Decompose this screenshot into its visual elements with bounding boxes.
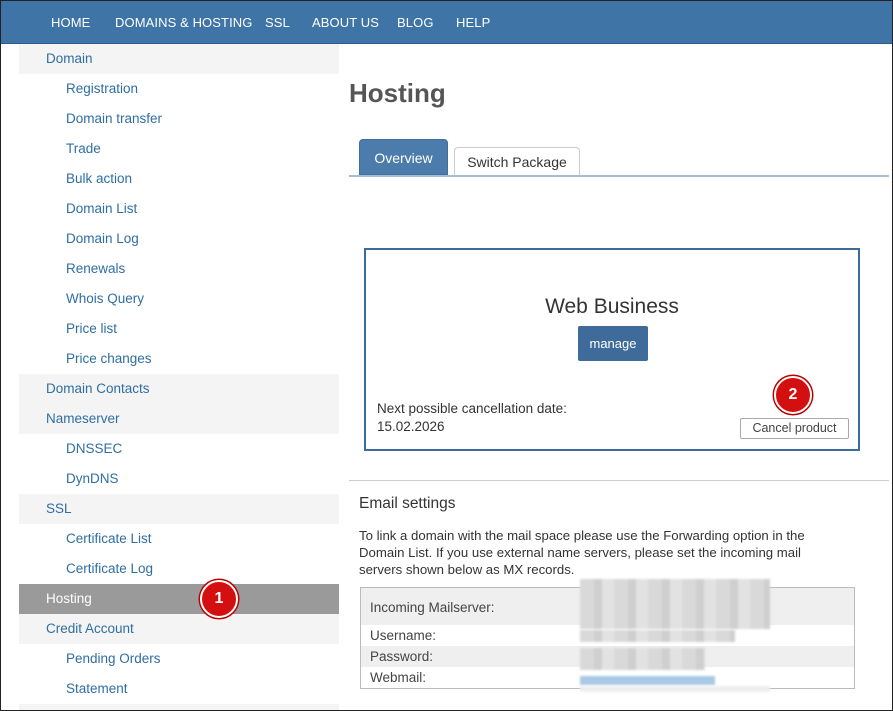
sidebar-item-whois-query[interactable]: Whois Query: [19, 284, 339, 314]
sidebar-item-bulk-action[interactable]: Bulk action: [19, 164, 339, 194]
username-label: Username:: [370, 628, 437, 643]
redacted-password: [580, 648, 705, 670]
sidebar-item-certificate-log[interactable]: Certificate Log: [19, 554, 339, 584]
sidebar-item-price-changes[interactable]: Price changes: [19, 344, 339, 374]
package-card: Web Business manage Next possible cancel…: [364, 248, 860, 451]
nav-home[interactable]: HOME: [51, 1, 90, 44]
sidebar-item-dyndns[interactable]: DynDNS: [19, 464, 339, 494]
manage-button[interactable]: manage: [578, 326, 648, 361]
sidebar-item-trade[interactable]: Trade: [19, 134, 339, 164]
sidebar-item-ssl[interactable]: SSL: [19, 494, 339, 524]
package-name: Web Business: [545, 295, 679, 318]
sidebar-item-nameserver[interactable]: Nameserver: [19, 404, 339, 434]
cancellation-date: 15.02.2026: [377, 419, 445, 434]
nav-domains-hosting[interactable]: DOMAINS & HOSTING: [115, 1, 253, 44]
sidebar-item-domain[interactable]: Domain: [19, 44, 339, 74]
cancel-product-button[interactable]: Cancel product: [740, 418, 849, 439]
redacted-username: [580, 630, 735, 642]
sidebar-item-registration[interactable]: Registration: [19, 74, 339, 104]
sidebar-item-pending-orders[interactable]: Pending Orders: [19, 644, 339, 674]
redacted-webmail-link[interactable]: [580, 676, 715, 685]
webmail-label: Webmail:: [370, 670, 427, 685]
incoming-mailserver-label: Incoming Mailserver:: [370, 600, 495, 615]
nav-about-us[interactable]: ABOUT US: [312, 1, 379, 44]
page-title: Hosting: [349, 78, 446, 108]
sidebar-item-dnssec[interactable]: DNSSEC: [19, 434, 339, 464]
sidebar-item-domain-contacts[interactable]: Domain Contacts: [19, 374, 339, 404]
sidebar-item-price-list[interactable]: Price list: [19, 314, 339, 344]
tab-underline: [349, 175, 889, 177]
top-navigation: HOME DOMAINS & HOSTING SSL ABOUT US BLOG…: [1, 1, 892, 44]
cancellation-label: Next possible cancellation date:: [377, 401, 567, 416]
annotation-badge-2: 2: [774, 376, 812, 414]
sidebar-item-renewals[interactable]: Renewals: [19, 254, 339, 284]
nav-ssl[interactable]: SSL: [265, 1, 290, 44]
sidebar-item-domain-log[interactable]: Domain Log: [19, 224, 339, 254]
sidebar-item-credit-account[interactable]: Credit Account: [19, 614, 339, 644]
sidebar-item-hosting[interactable]: Hosting: [19, 584, 339, 614]
redacted-incoming-mailserver: [580, 579, 770, 629]
email-settings-description: To link a domain with the mail space ple…: [359, 528, 805, 577]
email-settings-title: Email settings: [359, 495, 456, 512]
nav-help[interactable]: HELP: [456, 1, 490, 44]
redacted-footer: [580, 686, 770, 692]
sidebar-item-domain-list[interactable]: Domain List: [19, 194, 339, 224]
sidebar: Domain Registration Domain transfer Trad…: [19, 44, 339, 710]
annotation-badge-1: 1: [200, 580, 238, 618]
sidebar-item-domain-transfer[interactable]: Domain transfer: [19, 104, 339, 134]
password-label: Password:: [370, 649, 434, 664]
tab-switch-package[interactable]: Switch Package: [454, 147, 580, 176]
section-divider: [349, 480, 889, 481]
tab-overview[interactable]: Overview: [359, 139, 448, 175]
nav-blog[interactable]: BLOG: [397, 1, 434, 44]
sidebar-item-certificate-list[interactable]: Certificate List: [19, 524, 339, 554]
sidebar-item-statement[interactable]: Statement: [19, 674, 339, 704]
